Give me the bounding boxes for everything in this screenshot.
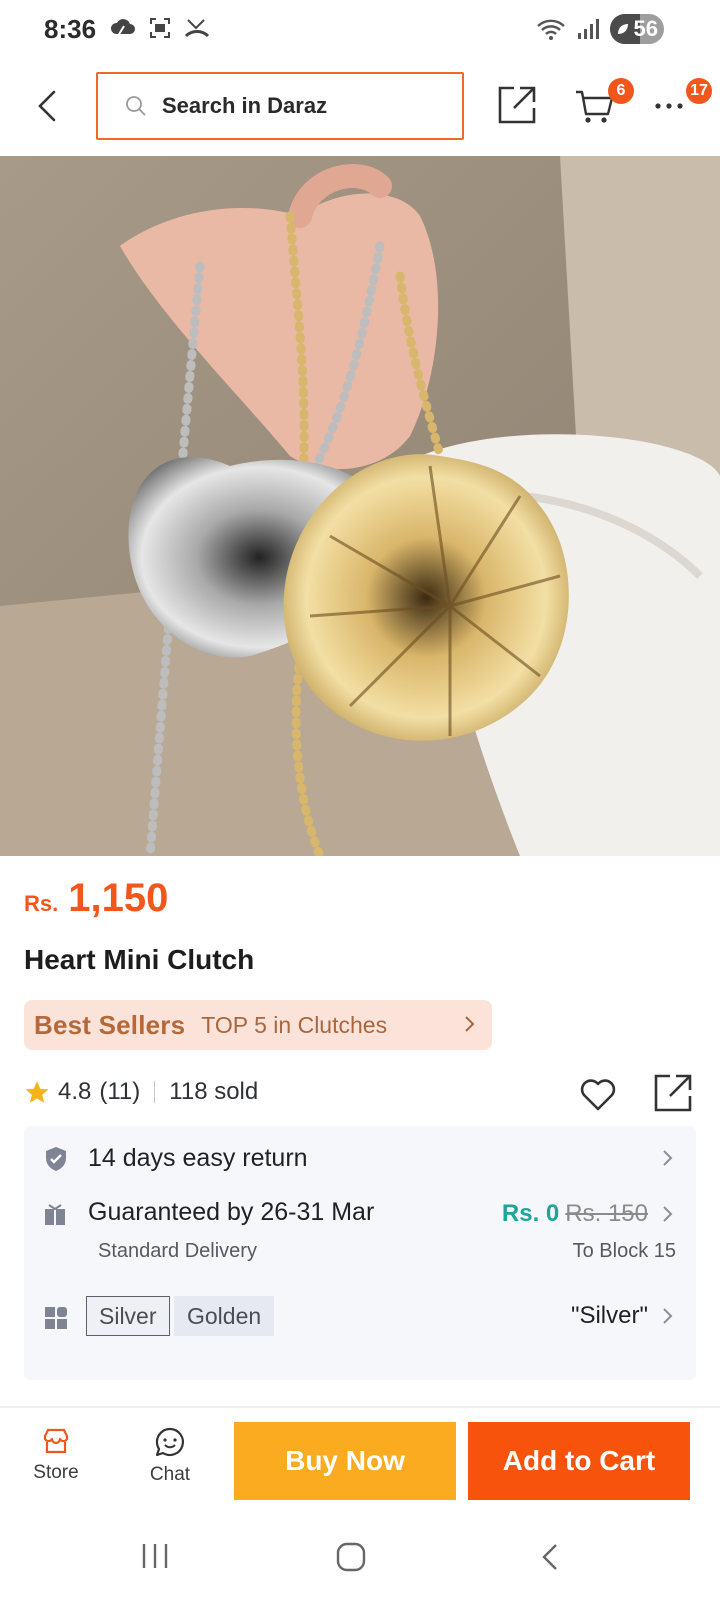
system-nav-bar xyxy=(0,1520,720,1600)
bestseller-banner[interactable]: Best Sellers TOP 5 in Clutches xyxy=(24,1000,492,1050)
divider xyxy=(154,1081,156,1103)
share-icon[interactable] xyxy=(496,84,538,126)
shipping-fee: Rs. 0 Rs. 150 xyxy=(502,1200,648,1228)
product-image[interactable] xyxy=(0,156,720,856)
star-icon xyxy=(25,1081,49,1103)
search-icon xyxy=(126,96,146,116)
selected-variant: "Silver" xyxy=(570,1302,648,1329)
back-nav-icon[interactable] xyxy=(540,1542,560,1572)
share-icon[interactable] xyxy=(652,1072,694,1114)
more-badge: 17 xyxy=(686,78,712,104)
add-to-cart-button[interactable]: Add to Cart xyxy=(468,1422,690,1500)
delivery-row[interactable]: Guaranteed by 26-31 Mar Standard Deliver… xyxy=(24,1196,696,1272)
shipping-fee-original: Rs. 150 xyxy=(565,1200,648,1227)
status-bar: 8:36 56 xyxy=(0,0,720,62)
more-icon[interactable] xyxy=(654,100,684,112)
system-icons: 56 xyxy=(536,14,664,44)
delivery-location: To Block 15 xyxy=(572,1240,676,1262)
store-label: Store xyxy=(33,1462,79,1483)
variant-chip-golden[interactable]: Golden xyxy=(174,1296,275,1336)
details-card: 14 days easy return Guaranteed by 26-31 … xyxy=(24,1126,696,1380)
chevron-right-icon xyxy=(663,1206,673,1222)
battery-saver-icon xyxy=(618,24,628,34)
search-input[interactable]: Search in Daraz xyxy=(96,72,464,140)
chat-button[interactable]: Chat xyxy=(130,1426,210,1486)
shield-check-icon xyxy=(46,1147,66,1171)
notification-icons xyxy=(110,16,210,40)
price-value: 1,150 xyxy=(68,876,169,920)
variants-icon xyxy=(45,1307,67,1329)
signal-icon xyxy=(578,19,599,39)
cart-badge: 6 xyxy=(608,78,634,104)
return-text: 14 days easy return xyxy=(88,1144,308,1172)
variant-row[interactable]: Silver Golden "Silver" xyxy=(24,1296,696,1346)
battery-text: 56 xyxy=(633,16,658,41)
price: Rs. 1,150 xyxy=(24,876,168,921)
bestseller-text: TOP 5 in Clutches xyxy=(201,1011,388,1038)
gift-box-icon xyxy=(45,1204,65,1225)
chat-label: Chat xyxy=(149,1464,191,1485)
rating-value: 4.8 xyxy=(58,1078,92,1105)
sold-count: 118 sold xyxy=(169,1078,259,1105)
bestseller-label: Best Sellers xyxy=(34,1009,186,1040)
delivery-text: Guaranteed by 26-31 Mar xyxy=(88,1198,375,1226)
product-title: Heart Mini Clutch xyxy=(24,944,255,975)
store-button[interactable]: Store xyxy=(16,1426,96,1484)
price-currency: Rs. xyxy=(24,891,59,916)
chevron-right-icon xyxy=(465,1016,475,1032)
product-photo xyxy=(0,156,720,856)
delivery-method: Standard Delivery xyxy=(98,1240,257,1262)
top-bar: Search in Daraz 6 17 xyxy=(0,62,720,154)
action-bar: Store Chat Buy Now Add to Cart xyxy=(0,1408,720,1508)
shipping-fee-free: Rs. 0 xyxy=(501,1200,560,1227)
status-time: 8:36 xyxy=(44,14,97,44)
buy-now-button[interactable]: Buy Now xyxy=(234,1422,456,1500)
store-icon xyxy=(43,1428,69,1454)
chat-icon xyxy=(155,1427,185,1457)
cloud-icon xyxy=(110,19,135,37)
rating-row[interactable]: 4.8 (11) 118 sold xyxy=(24,1078,258,1106)
home-icon[interactable] xyxy=(336,1542,366,1572)
screenshot-icon xyxy=(150,18,170,38)
recent-apps-icon[interactable] xyxy=(140,1542,170,1570)
return-row[interactable]: 14 days easy return xyxy=(24,1126,696,1192)
wifi-icon xyxy=(537,19,565,40)
chevron-right-icon xyxy=(663,1308,673,1324)
battery-indicator: 56 xyxy=(610,14,664,44)
back-icon[interactable] xyxy=(32,86,64,126)
variant-chip-silver[interactable]: Silver xyxy=(86,1296,170,1336)
missed-call-icon xyxy=(184,19,210,38)
chevron-right-icon xyxy=(663,1150,673,1166)
heart-icon[interactable] xyxy=(578,1074,618,1114)
search-placeholder: Search in Daraz xyxy=(162,93,328,118)
rating-count: (11) xyxy=(99,1078,141,1105)
